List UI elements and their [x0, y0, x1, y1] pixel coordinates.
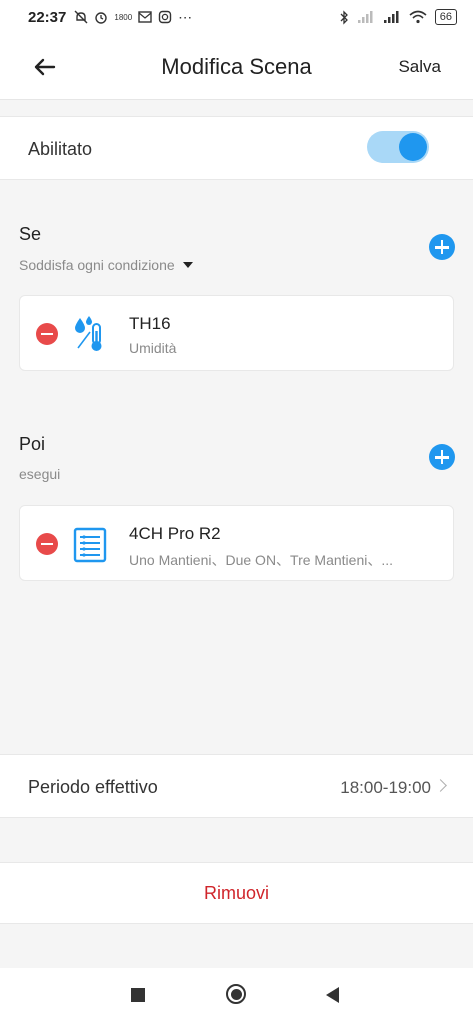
system-nav-bar [0, 968, 473, 1024]
enabled-toggle[interactable] [367, 131, 429, 163]
wifi-icon [409, 10, 427, 24]
instagram-icon [158, 10, 172, 24]
status-left: 22:37 1800 ⋯ [28, 9, 192, 26]
then-section-subtitle: esegui [19, 466, 60, 482]
condition-selector[interactable]: Soddisfa ogni condizione [19, 257, 193, 273]
add-condition-button[interactable] [429, 234, 455, 260]
device-detail: Uno Mantieni、Due ON、Tre Mantieni、... [129, 552, 394, 568]
then-section-title: Poi [19, 434, 46, 454]
remove-condition-button[interactable] [36, 323, 58, 345]
data-label: 1800 [114, 12, 133, 22]
device-detail: Umidità [129, 340, 177, 356]
period-label: Periodo effettivo [28, 777, 158, 797]
app-bar: Modifica Scena Salva [0, 34, 473, 100]
more-icon: ⋯ [178, 8, 193, 25]
effective-period-row[interactable]: Periodo effettivo 18:00-19:00 [0, 754, 473, 818]
signal-icon [357, 10, 373, 23]
remove-scene-button[interactable]: Rimuovi [0, 862, 473, 924]
then-subtitle-text: esegui [19, 466, 61, 482]
if-section-title: Se [19, 224, 42, 244]
caret-down-icon [182, 262, 193, 268]
bluetooth-icon [340, 9, 348, 25]
status-time: 22:37 [28, 8, 67, 26]
notification-icons: 1800 ⋯ [74, 9, 192, 26]
condition-card[interactable]: TH16 Umidità [19, 295, 454, 371]
switch-panel-icon [73, 527, 107, 563]
add-action-button[interactable] [429, 444, 455, 470]
device-name: 4CH Pro R2 [129, 524, 221, 543]
humidity-thermometer-icon [75, 316, 102, 351]
condition-selector-label: Soddisfa ogni condizione [19, 257, 175, 273]
signal-icon-2 [383, 10, 399, 23]
mail-icon [138, 11, 152, 23]
mute-icon [74, 10, 88, 24]
alarm-icon [95, 12, 108, 24]
enabled-row: Abilitato [0, 116, 473, 180]
device-name: TH16 [129, 314, 171, 333]
toggle-knob [399, 133, 427, 161]
battery-icon: 66 [434, 9, 457, 25]
enabled-label: Abilitato [28, 139, 93, 159]
action-card[interactable]: 4CH Pro R2 Uno Mantieni、Due ON、Tre Manti… [19, 505, 454, 581]
chevron-right-icon [434, 779, 447, 792]
save-button[interactable]: Salva [398, 57, 441, 77]
remove-action-button[interactable] [36, 533, 58, 555]
status-bar: 22:37 1800 ⋯ 66 [0, 0, 473, 34]
status-right: 66 [339, 9, 457, 25]
period-value: 18:00-19:00 [340, 778, 431, 797]
system-back-button[interactable] [326, 987, 339, 1003]
remove-scene-label: Rimuovi [203, 882, 269, 903]
recents-button[interactable] [131, 988, 145, 1002]
home-button[interactable] [226, 984, 246, 1004]
